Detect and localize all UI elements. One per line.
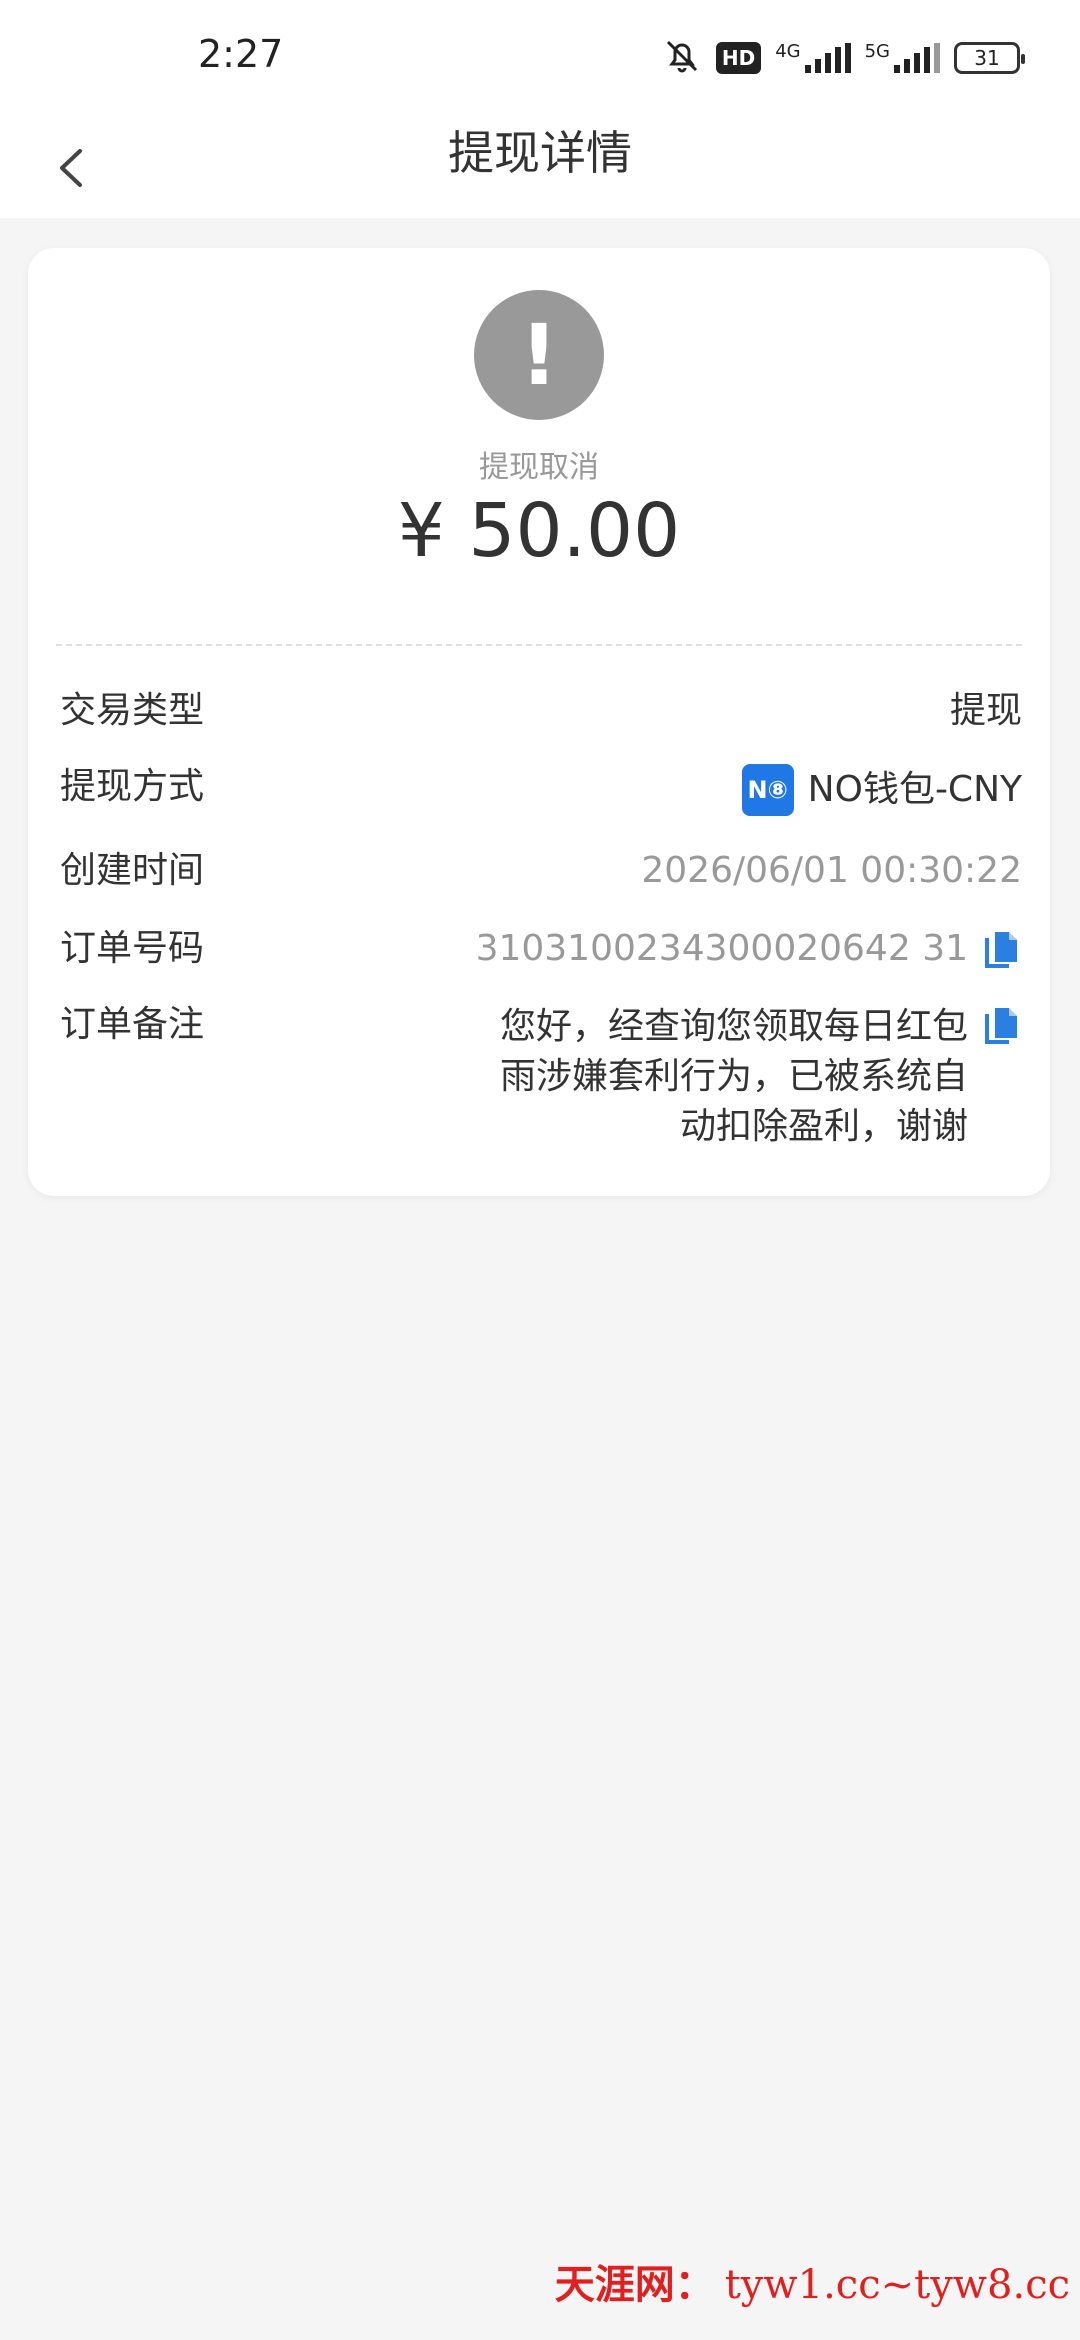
detail-card: ! 提现取消 ¥ 50.00 交易类型 提现 提现方式 N⑧ NO钱包-CNY … xyxy=(28,248,1050,1196)
withdraw-status: 提现取消 xyxy=(479,450,599,485)
row-created-time: 创建时间 2026/06/01 00:30:22 xyxy=(60,848,1022,894)
row-transaction-type: 交易类型 提现 xyxy=(60,688,1022,734)
withdraw-method-label: 提现方式 xyxy=(60,766,205,807)
divider xyxy=(56,644,1022,646)
transaction-type-label: 交易类型 xyxy=(60,690,205,731)
status-time: 2:27 xyxy=(198,32,284,76)
row-order-number: 订单号码 3103100234300020642 31 xyxy=(60,926,1022,972)
page-title: 提现详情 xyxy=(448,126,632,180)
watermark: 天涯网： tyw1.cc~tyw8.cc xyxy=(555,2252,1070,2310)
withdraw-method-value: NO钱包-CNY xyxy=(807,769,1022,810)
signal-5g-icon: 5G xyxy=(865,43,940,73)
hd-icon: HD xyxy=(715,42,762,74)
copy-remark-icon[interactable] xyxy=(982,1002,1022,1048)
order-remark-value: 您好，经查询您领取每日红包雨涉嫌套利行为，已被系统自动扣除盈利，谢谢 xyxy=(499,1006,968,1147)
bell-muted-icon xyxy=(662,36,702,80)
battery-icon: 31 xyxy=(954,42,1025,74)
copy-order-icon[interactable] xyxy=(982,926,1022,972)
signal-4g-icon: 4G xyxy=(775,43,851,73)
order-remark-label: 订单备注 xyxy=(60,1004,205,1045)
row-withdraw-method: 提现方式 N⑧ NO钱包-CNY xyxy=(60,764,1022,816)
order-number-value: 3103100234300020642 31 xyxy=(475,928,968,969)
page-header: 提现详情 xyxy=(0,118,1080,218)
watermark-domains: tyw1.cc~tyw8.cc xyxy=(724,2262,1070,2308)
order-number-label: 订单号码 xyxy=(60,928,205,969)
wallet-logo-icon: N⑧ xyxy=(741,764,794,816)
transaction-type-value: 提现 xyxy=(949,690,1022,731)
created-time-label: 创建时间 xyxy=(60,850,205,891)
status-icons: HD 4G 5G 31 xyxy=(662,36,1025,80)
withdraw-method: N⑧ NO钱包-CNY xyxy=(741,764,1022,816)
exclamation-icon: ! xyxy=(474,290,604,420)
back-button[interactable] xyxy=(30,128,110,208)
row-order-remark: 订单备注 您好，经查询您领取每日红包雨涉嫌套利行为，已被系统自动扣除盈利，谢谢 xyxy=(60,1002,1022,1152)
watermark-name: 天涯网： xyxy=(554,2261,715,2308)
chevron-left-icon xyxy=(60,149,82,187)
status-bar: 2:27 HD 4G 5G 31 xyxy=(0,0,1080,118)
withdraw-amount: ¥ 50.00 xyxy=(397,488,681,574)
created-time-value: 2026/06/01 00:30:22 xyxy=(641,850,1022,891)
